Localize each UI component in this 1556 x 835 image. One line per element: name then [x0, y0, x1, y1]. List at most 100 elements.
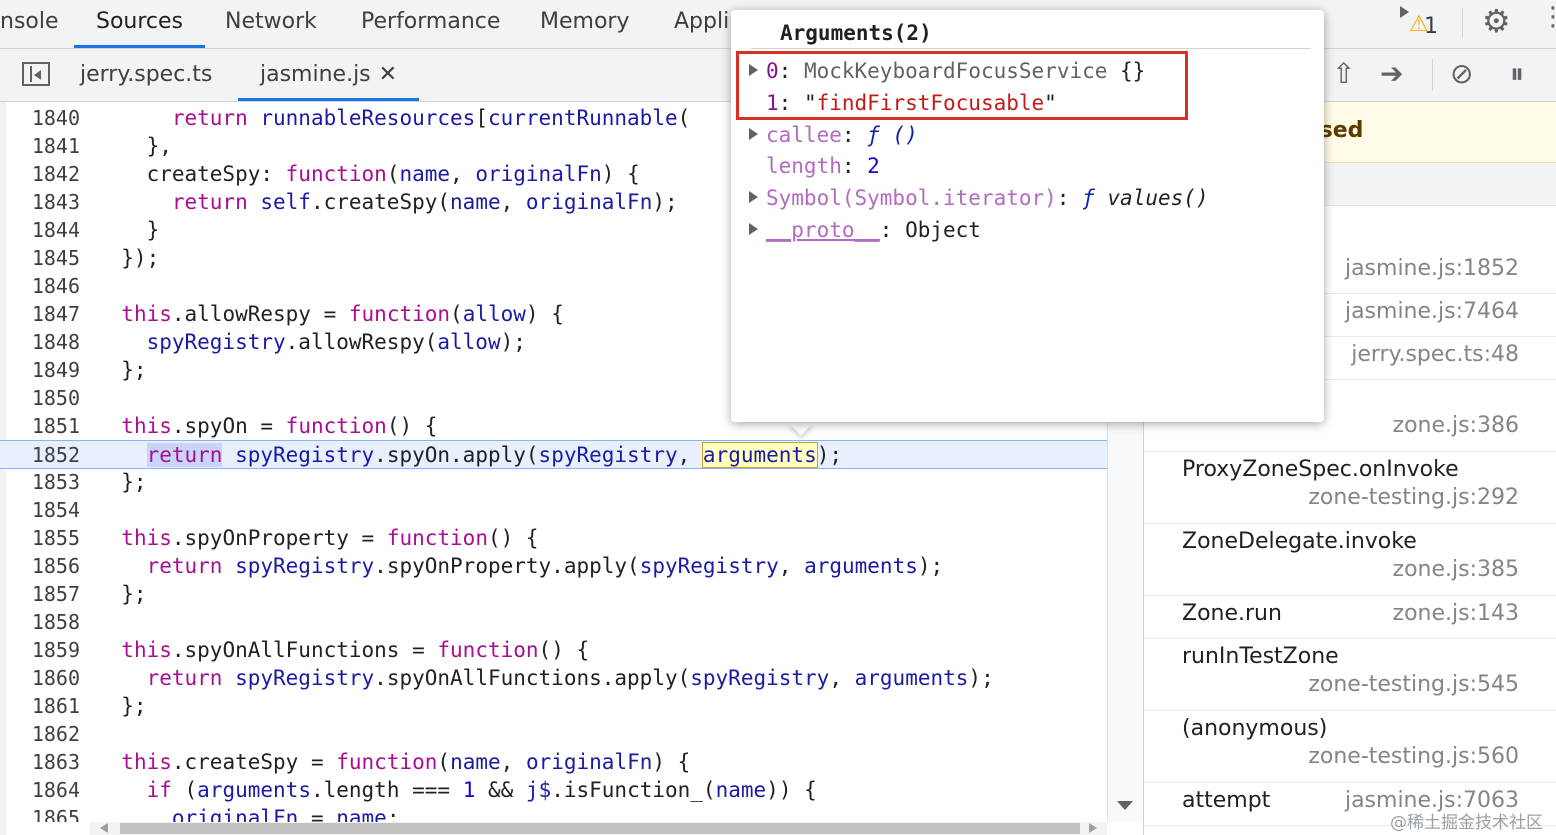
code-text: return spyRegistry.spyOnAllFunctions.app… — [146, 666, 994, 690]
code-text: originalFn = name; — [171, 806, 400, 822]
line-number[interactable]: 1853 — [10, 468, 80, 496]
code-text: this.allowRespy = function(allow) { — [121, 302, 564, 326]
expand-arrow-icon — [749, 159, 758, 171]
file-tab-jerry-spec[interactable]: jerry.spec.ts — [80, 49, 212, 99]
pause-on-exceptions-icon[interactable]: ⏸ — [1510, 57, 1524, 91]
line-number[interactable]: 1859 — [10, 636, 80, 664]
code-line[interactable]: 1865 originalFn = name; — [0, 804, 1107, 822]
code-text: }; — [96, 582, 147, 606]
code-line[interactable]: 1855 this.spyOnProperty = function() { — [0, 524, 1107, 552]
tab-memory[interactable]: Memory — [540, 0, 629, 46]
code-text: }, — [96, 134, 172, 158]
call-frame-location[interactable]: zone.js:143 — [1393, 601, 1519, 626]
property-row[interactable]: Symbol(Symbol.iterator): ƒ values() — [749, 183, 1209, 213]
code-line[interactable]: 1856 return spyRegistry.spyOnProperty.ap… — [0, 552, 1107, 580]
expand-arrow-icon[interactable] — [749, 191, 758, 204]
line-number[interactable]: 1842 — [10, 160, 80, 188]
line-number[interactable]: 1848 — [10, 328, 80, 356]
code-text: this.createSpy = function(name, original… — [121, 750, 691, 774]
call-frame-location[interactable]: zone-testing.js:545 — [1308, 672, 1519, 697]
call-frame[interactable]: runInTestZone zone-testing.js:545 — [1144, 638, 1556, 711]
scroll-down-arrow-icon[interactable] — [1117, 801, 1133, 810]
tab-network[interactable]: Network — [225, 0, 317, 46]
code-text: }; — [96, 358, 147, 382]
editor-horizontal-scrollbar[interactable] — [90, 822, 1107, 835]
code-text: spyRegistry.allowRespy(allow); — [146, 330, 526, 354]
line-number[interactable]: 1862 — [10, 720, 80, 748]
call-frame[interactable]: Zone.run zone.js:143 — [1144, 595, 1556, 639]
property-text: __proto__: Object — [766, 218, 981, 242]
code-line[interactable]: 1863 this.createSpy = function(name, ori… — [0, 748, 1107, 776]
more-options-icon[interactable]: ⋮ — [1540, 2, 1556, 32]
toolbar-divider — [1432, 59, 1433, 91]
property-row[interactable]: callee: ƒ () — [749, 120, 918, 150]
line-number[interactable]: 1857 — [10, 580, 80, 608]
line-number[interactable]: 1841 — [10, 132, 80, 160]
property-text: length: 2 — [766, 154, 880, 179]
code-line[interactable]: 1854 — [0, 496, 1107, 524]
call-frame-location[interactable]: zone.js:385 — [1393, 557, 1519, 582]
code-line[interactable]: 1857 }; — [0, 580, 1107, 608]
line-number[interactable]: 1849 — [10, 356, 80, 384]
line-number[interactable]: 1855 — [10, 524, 80, 552]
line-number[interactable]: 1861 — [10, 692, 80, 720]
gear-icon[interactable]: ⚙ — [1482, 4, 1511, 38]
property-row[interactable]: length: 2 — [749, 151, 880, 181]
call-frame-location[interactable]: zone.js:386 — [1393, 413, 1519, 438]
expand-arrow-icon[interactable] — [749, 127, 758, 140]
tab-performance[interactable]: Performance — [361, 0, 500, 46]
file-tab-jasmine[interactable]: jasmine.js ✕ — [238, 49, 420, 101]
file-tab-label: jasmine.js — [260, 62, 371, 87]
close-tab-icon[interactable]: ✕ — [379, 62, 397, 87]
tab-appli[interactable]: Appli — [674, 0, 729, 46]
code-line[interactable]: 1853 }; — [0, 468, 1107, 496]
scroll-left-arrow-icon[interactable] — [100, 823, 108, 833]
tab-sources[interactable]: Sources — [74, 0, 206, 48]
navigator-toggle-icon[interactable] — [22, 62, 50, 86]
line-number[interactable]: 1847 — [10, 300, 80, 328]
current-execution-line[interactable]: 1852 return spyRegistry.spyOn.apply(spyR… — [0, 440, 1107, 469]
line-number[interactable]: 1851 — [10, 412, 80, 440]
expand-arrow-icon[interactable] — [749, 223, 758, 235]
tab-nsole[interactable]: nsole — [0, 0, 59, 46]
line-number[interactable]: 1863 — [10, 748, 80, 776]
line-number[interactable]: 1856 — [10, 552, 80, 580]
call-frame-location[interactable]: jerry.spec.ts:48 — [1351, 342, 1519, 367]
line-number[interactable]: 1864 — [10, 776, 80, 804]
property-row[interactable]: __proto__: Object — [749, 215, 981, 245]
line-number[interactable]: 1865 — [10, 804, 80, 822]
code-line[interactable]: 1862 — [0, 720, 1107, 748]
line-number[interactable]: 1858 — [10, 608, 80, 636]
line-number[interactable]: 1840 — [10, 104, 80, 132]
warnings-counter[interactable]: ⚠ 1 — [1400, 6, 1438, 39]
line-number[interactable]: 1844 — [10, 216, 80, 244]
code-line[interactable]: 1861 }; — [0, 692, 1107, 720]
line-number[interactable]: 1852 — [10, 441, 80, 469]
code-text: return spyRegistry.spyOnProperty.apply(s… — [146, 554, 944, 578]
code-line[interactable]: 1860 return spyRegistry.spyOnAllFunction… — [0, 664, 1107, 692]
call-frame-location[interactable]: jasmine.js:7464 — [1345, 299, 1519, 324]
code-text: createSpy: function(name, originalFn) { — [96, 162, 640, 186]
call-frame-location[interactable]: zone-testing.js:560 — [1308, 744, 1519, 769]
code-line[interactable]: 1864 if (arguments.length === 1 && j$.is… — [0, 776, 1107, 804]
line-number[interactable]: 1846 — [10, 272, 80, 300]
call-frame[interactable]: ProxyZoneSpec.onInvoke zone-testing.js:29… — [1144, 451, 1556, 524]
step-icon[interactable]: ➔ — [1380, 57, 1403, 91]
step-out-icon[interactable]: ⇧ — [1332, 57, 1355, 91]
code-line[interactable]: 1859 this.spyOnAllFunctions = function()… — [0, 636, 1107, 664]
code-line[interactable]: 1858 — [0, 608, 1107, 636]
line-number[interactable]: 1854 — [10, 496, 80, 524]
code-text: this.spyOnAllFunctions = function() { — [121, 638, 590, 662]
line-number[interactable]: 1860 — [10, 664, 80, 692]
line-number[interactable]: 1850 — [10, 384, 80, 412]
watermark: @稀土掘金技术社区 — [1390, 813, 1543, 833]
call-frame[interactable]: (anonymous) zone-testing.js:560 — [1144, 710, 1556, 783]
call-frame[interactable]: ZoneDelegate.invoke zone.js:385 — [1144, 523, 1556, 596]
call-frame-location[interactable]: zone-testing.js:292 — [1308, 485, 1519, 510]
line-number[interactable]: 1843 — [10, 188, 80, 216]
scroll-right-arrow-icon[interactable] — [1089, 823, 1097, 833]
call-frame-location[interactable]: jasmine.js:1852 — [1345, 256, 1519, 281]
deactivate-breakpoints-icon[interactable]: ⊘ — [1450, 57, 1473, 91]
line-number[interactable]: 1845 — [10, 244, 80, 272]
scrollbar-thumb[interactable] — [120, 823, 1080, 834]
